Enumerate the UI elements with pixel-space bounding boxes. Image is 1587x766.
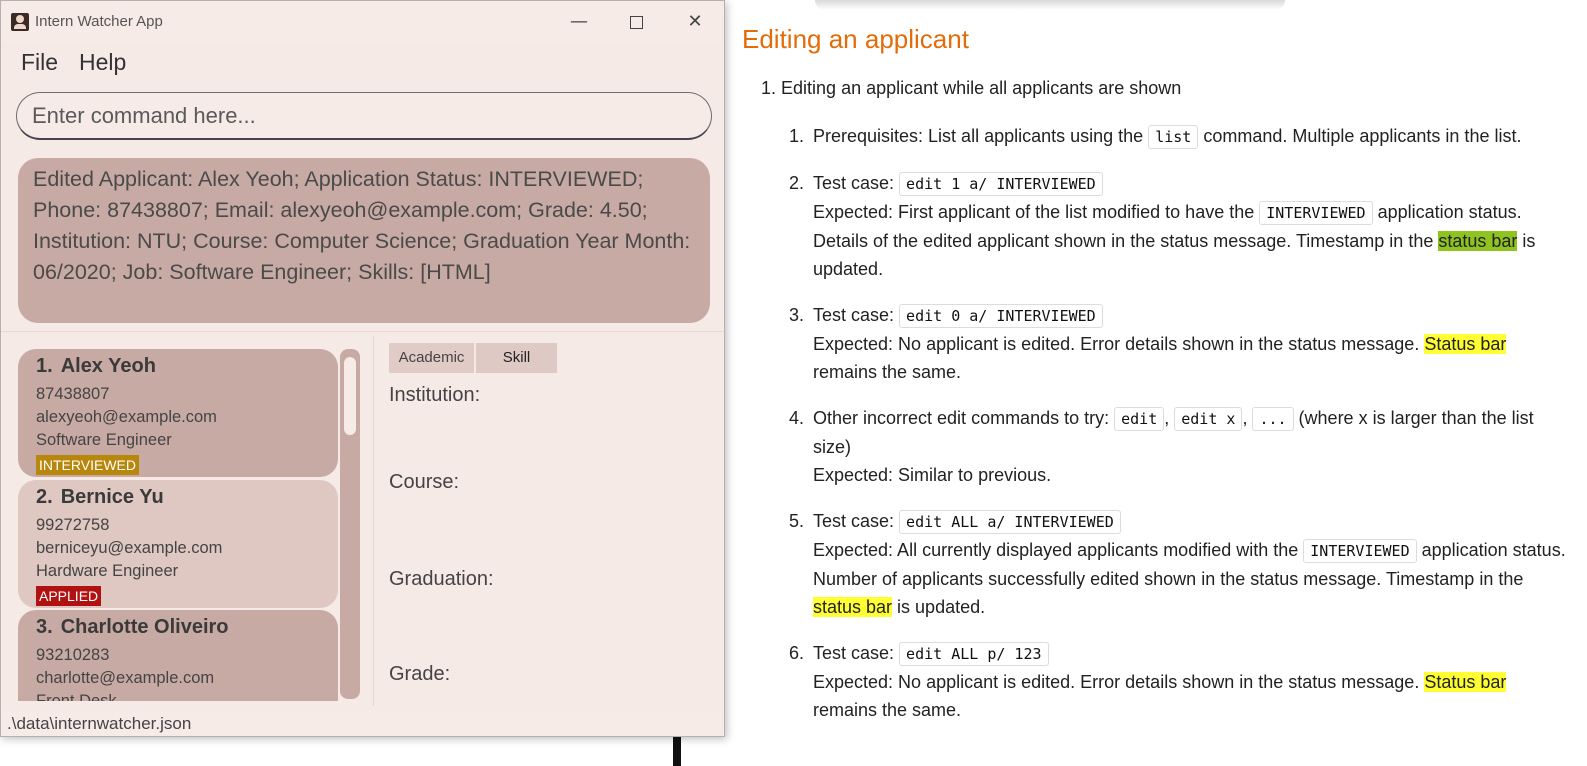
item-text: Test case: (813, 173, 900, 193)
inline-code: list (1148, 125, 1199, 149)
applicant-email: alexyeoh@example.com (36, 408, 217, 426)
expected-text: Expected: Similar to previous. (813, 465, 1052, 485)
item-number: 6. (789, 643, 805, 663)
applicant-card[interactable]: 1. Alex Yeoh 87438807 alexyeoh@example.co… (18, 349, 338, 477)
applicant-list[interactable]: 1. Alex Yeoh 87438807 alexyeoh@example.co… (16, 346, 361, 701)
scrollbar-thumb[interactable] (344, 357, 356, 435)
close-icon: ✕ (687, 11, 703, 32)
item-text: Test case: (813, 643, 900, 663)
applicant-name: Alex Yeoh (60, 355, 156, 377)
item-number: 2. (789, 173, 805, 193)
status-badge: APPLIED (36, 586, 102, 606)
expected-text: Expected: All currently displayed applic… (813, 540, 1304, 560)
applicant-job: Front Desk (36, 692, 117, 701)
inline-code: INTERVIEWED (1303, 539, 1417, 563)
applicant-name: Bernice Yu (60, 486, 164, 508)
inline-code: edit 0 a/ INTERVIEWED (899, 304, 1103, 328)
list-item: 2. Test case: edit 1 a/ INTERVIEWED Expe… (789, 169, 1575, 283)
inline-code: edit ALL p/ 123 (899, 642, 1049, 666)
applicant-phone: 93210283 (36, 646, 110, 664)
applicant-card[interactable]: 2. Bernice Yu 99272758 berniceyu@example.… (18, 480, 338, 608)
grade-label: Grade: (389, 663, 451, 685)
inline-code: INTERVIEWED (1259, 201, 1373, 225)
applicant-email: charlotte@example.com (36, 669, 215, 687)
highlighted-text: status bar (1438, 231, 1518, 251)
menu-help[interactable]: Help (79, 49, 126, 76)
item-number: 4. (789, 408, 805, 428)
shadow-strip (815, 0, 1285, 10)
course-label: Course: (389, 471, 460, 493)
list-item: 5. Test case: edit ALL a/ INTERVIEWED Ex… (789, 507, 1575, 621)
documentation-page: Editing an applicant 1. Editing an appli… (673, 0, 1587, 766)
divider (1, 331, 724, 332)
item-text: Test case: (813, 305, 900, 325)
item-text: Test case: (813, 511, 900, 531)
item-text: Other incorrect edit commands to try: (813, 408, 1115, 428)
inline-code: edit (1114, 407, 1165, 431)
list-item: 6. Test case: edit ALL p/ 123 Expected: … (789, 639, 1575, 724)
item-number: 5. (789, 511, 805, 531)
graduation-label: Graduation: (389, 568, 494, 590)
menu-bar: File Help (1, 43, 724, 83)
status-bar-file-path: .\data\internwatcher.json (1, 711, 724, 736)
list-scrollbar[interactable] (340, 349, 360, 699)
minimize-icon: — (570, 11, 588, 32)
applicant-index: 2. (36, 486, 53, 508)
app-window: Intern Watcher App — ✕ File Help Edited … (0, 0, 725, 737)
applicant-index: 3. (36, 616, 53, 638)
applicant-job: Software Engineer (36, 431, 172, 449)
edge-bar (673, 736, 681, 766)
test-steps-list: 1. Prerequisites: List all applicants us… (789, 122, 1575, 742)
institution-label: Institution: (389, 384, 481, 406)
expected-text: remains the same. (813, 700, 962, 720)
applicant-card[interactable]: 3. Charlotte Oliveiro 93210283 charlotte@… (18, 610, 338, 701)
maximize-button[interactable] (616, 9, 656, 35)
applicant-index: 1. (36, 355, 53, 377)
result-display: Edited Applicant: Alex Yeoh; Application… (18, 158, 710, 323)
status-badge: INTERVIEWED (36, 455, 139, 475)
divider (373, 336, 374, 706)
applicant-phone: 99272758 (36, 516, 110, 534)
applicant-name: Charlotte Oliveiro (60, 616, 229, 638)
outer-item-text: Editing an applicant while all applicant… (781, 78, 1182, 98)
app-icon (11, 13, 29, 31)
maximize-icon (629, 15, 643, 29)
expected-text: Expected: No applicant is edited. Error … (813, 334, 1425, 354)
list-item: 3. Test case: edit 0 a/ INTERVIEWED Expe… (789, 301, 1575, 386)
expected-text: Expected: First applicant of the list mo… (813, 202, 1260, 222)
tab-academic[interactable]: Academic (389, 343, 474, 373)
highlighted-text: Status bar (1424, 334, 1507, 354)
item-number: 3. (789, 305, 805, 325)
expected-text: remains the same. (813, 362, 962, 382)
inline-code: edit x (1174, 407, 1243, 431)
menu-file[interactable]: File (21, 49, 58, 76)
applicant-phone: 87438807 (36, 385, 110, 403)
command-input[interactable] (16, 92, 712, 140)
window-title: Intern Watcher App (35, 13, 163, 30)
inline-code: ... (1252, 407, 1294, 431)
outer-list-item: 1. Editing an applicant while all applic… (761, 78, 1581, 99)
list-item: 4. Other incorrect edit commands to try:… (789, 404, 1575, 489)
outer-item-number: 1. (761, 78, 777, 98)
applicant-email: berniceyu@example.com (36, 539, 223, 557)
highlighted-text: Status bar (1424, 672, 1507, 692)
minimize-button[interactable]: — (559, 9, 599, 35)
inline-code: edit 1 a/ INTERVIEWED (899, 172, 1103, 196)
item-number: 1. (789, 126, 805, 146)
tab-skill[interactable]: Skill (476, 343, 557, 373)
item-text: Prerequisites: List all applicants using… (813, 126, 1149, 146)
title-bar[interactable]: Intern Watcher App — ✕ (1, 1, 724, 43)
expected-text: is updated. (892, 597, 986, 617)
close-button[interactable]: ✕ (675, 9, 715, 35)
highlighted-text: status bar (813, 597, 893, 617)
item-text: command. Multiple applicants in the list… (1198, 126, 1522, 146)
section-heading: Editing an applicant (742, 24, 969, 54)
expected-text: Expected: No applicant is edited. Error … (813, 672, 1425, 692)
inline-code: edit ALL a/ INTERVIEWED (899, 510, 1121, 534)
applicant-job: Hardware Engineer (36, 562, 179, 580)
list-item: 1. Prerequisites: List all applicants us… (789, 122, 1575, 151)
